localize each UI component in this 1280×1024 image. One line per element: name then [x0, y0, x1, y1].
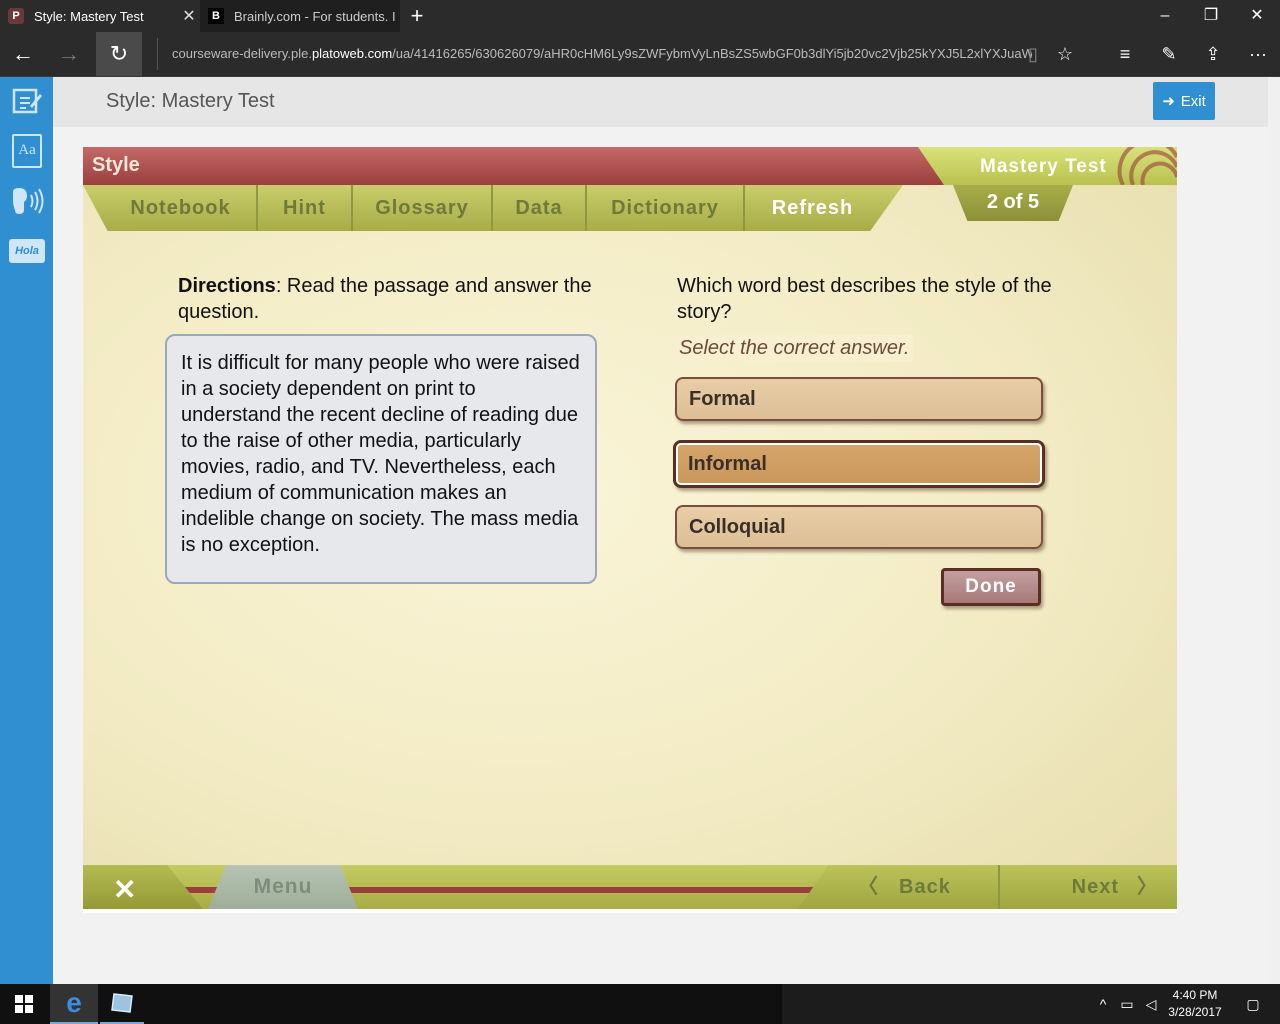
- directions: Directions: Read the passage and answer …: [178, 273, 598, 325]
- address-path: /ua/41416265/630626079/aHR0cHM6Ly9sZWFyb…: [392, 46, 1032, 61]
- tool-data[interactable]: Data: [493, 185, 587, 231]
- share-icon[interactable]: ⇪: [1191, 32, 1235, 76]
- page-scrollbar[interactable]: [1268, 77, 1280, 984]
- answer-choice-colloquial[interactable]: Colloquial: [675, 505, 1043, 549]
- decorative-arcs-icon: [1113, 147, 1177, 185]
- translate-icon[interactable]: Hola: [8, 232, 46, 270]
- page-title: Style: Mastery Test: [106, 90, 275, 112]
- exit-icon: ➜: [1162, 93, 1175, 110]
- address-bar[interactable]: courseware-delivery.ple.platoweb.com/ua/…: [157, 38, 1032, 70]
- tool-dictionary[interactable]: Dictionary: [587, 185, 745, 231]
- instruction-text: Select the correct answer.: [675, 335, 914, 362]
- brainly-icon: B: [208, 8, 224, 24]
- tab-title: Brainly.com - For students. I: [234, 8, 396, 24]
- exit-label: Exit: [1180, 92, 1206, 110]
- answer-choice-informal[interactable]: Informal: [673, 440, 1045, 488]
- clock[interactable]: 4:40 PM 3/28/2017: [1160, 987, 1230, 1021]
- mode-label: Mastery Test: [980, 156, 1107, 177]
- done-button[interactable]: Done: [941, 568, 1041, 606]
- activity-frame: Style Mastery Test Notebook Hint Glossar…: [83, 147, 1177, 913]
- chevron-right-icon: 〉: [1137, 876, 1158, 898]
- notepad-icon[interactable]: [8, 82, 46, 120]
- translate-icon-text: Hola: [9, 239, 45, 263]
- close-tab-icon[interactable]: ✕: [178, 6, 200, 26]
- progress-counter: 2 of 5: [986, 191, 1040, 213]
- close-icon[interactable]: ✕: [113, 873, 136, 906]
- address-prefix: courseware-delivery.ple.: [172, 46, 312, 61]
- exit-button[interactable]: ➜ Exit: [1153, 82, 1215, 120]
- restore-button[interactable]: ❐: [1188, 0, 1234, 32]
- refresh-icon[interactable]: ↻: [96, 32, 142, 76]
- text-to-speech-icon[interactable]: [8, 182, 46, 220]
- more-icon[interactable]: ···: [1236, 32, 1280, 76]
- directions-label: Directions: [178, 275, 276, 297]
- close-window-button[interactable]: ✕: [1234, 0, 1280, 32]
- next-button[interactable]: Next 〉: [1008, 865, 1158, 909]
- dictionary-icon[interactable]: Aa: [8, 132, 46, 170]
- plato-icon: P: [8, 8, 24, 24]
- favorite-star-icon[interactable]: ☆: [1043, 32, 1087, 76]
- tool-refresh[interactable]: Refresh: [745, 185, 880, 231]
- tool-glossary[interactable]: Glossary: [353, 185, 493, 231]
- answer-choice-formal[interactable]: Formal: [675, 377, 1043, 421]
- edge-browser-icon[interactable]: e: [50, 984, 98, 1024]
- forward-arrow-icon[interactable]: →: [46, 32, 92, 76]
- minimize-button[interactable]: –: [1142, 0, 1188, 32]
- tool-hint[interactable]: Hint: [258, 185, 353, 231]
- question-text: Which word best describes the style of t…: [677, 275, 1052, 323]
- dictionary-icon-text: Aa: [12, 134, 42, 168]
- tool-notebook[interactable]: Notebook: [105, 185, 258, 231]
- back-button[interactable]: 〈 Back: [858, 865, 1000, 909]
- network-icon[interactable]: ▭: [1116, 984, 1138, 1024]
- back-label: Back: [899, 876, 951, 898]
- new-tab-button[interactable]: +: [404, 0, 430, 32]
- chevron-left-icon: 〈: [858, 876, 879, 898]
- tablet-app-icon[interactable]: [100, 984, 144, 1024]
- passage-box: It is difficult for many people who were…: [165, 334, 597, 584]
- next-label: Next: [1071, 876, 1119, 898]
- clock-date: 3/28/2017: [1168, 1005, 1222, 1019]
- back-arrow-icon[interactable]: ←: [0, 32, 46, 76]
- activity-base-line: [83, 909, 1177, 913]
- notification-center-icon[interactable]: ▢: [1238, 984, 1268, 1024]
- tab-brainly[interactable]: B Brainly.com - For students. I: [200, 0, 400, 32]
- clock-time: 4:40 PM: [1172, 988, 1218, 1002]
- web-note-icon[interactable]: ✎: [1147, 32, 1191, 76]
- tab-title: Style: Mastery Test: [34, 8, 144, 24]
- hub-icon[interactable]: ≡: [1103, 32, 1147, 76]
- volume-muted-icon[interactable]: ◁: [1140, 984, 1162, 1024]
- chevron-up-icon[interactable]: ^: [1092, 984, 1114, 1024]
- section-title: Style: [92, 154, 140, 176]
- windows-start-icon[interactable]: [0, 984, 48, 1024]
- address-domain: platoweb.com: [311, 46, 393, 61]
- menu-button[interactable]: Menu: [208, 865, 358, 909]
- tab-style-mastery-test[interactable]: P Style: Mastery Test ✕: [0, 0, 200, 32]
